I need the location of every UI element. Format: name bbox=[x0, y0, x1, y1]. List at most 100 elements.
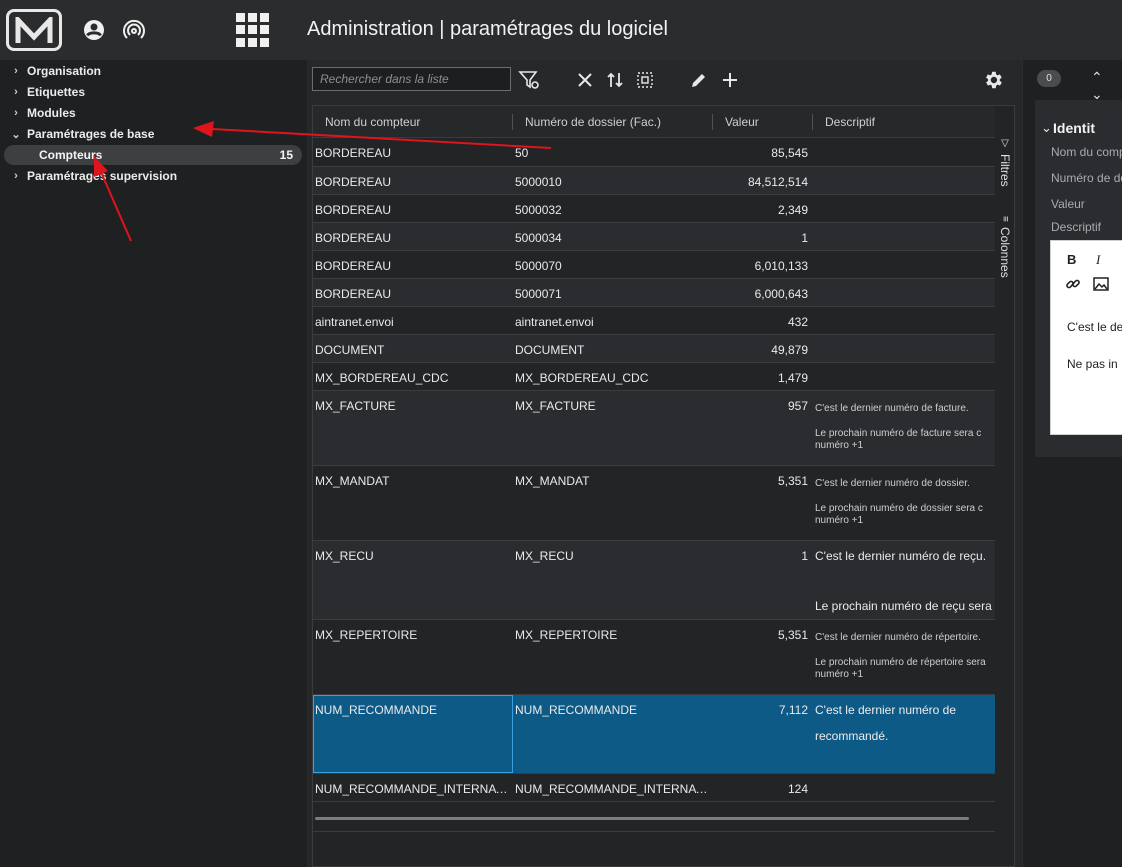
user-account-icon[interactable] bbox=[82, 18, 106, 42]
desc-line: Le prochain numéro de répertoire sera nu… bbox=[815, 657, 986, 680]
chevron-down-icon: ⌄ bbox=[11, 128, 21, 141]
tree-item-modules[interactable]: › Modules bbox=[10, 103, 76, 123]
broadcast-icon[interactable] bbox=[122, 18, 146, 42]
clear-icon[interactable] bbox=[573, 68, 597, 92]
column-header-nom[interactable]: Nom du compteur bbox=[325, 115, 420, 129]
editor-text-line: C'est le de bbox=[1067, 320, 1122, 334]
cell-descriptif: C'est le dernier numéro de facture. Le p… bbox=[815, 403, 995, 465]
italic-button[interactable]: I bbox=[1096, 252, 1100, 268]
tree-item-parametrages-de-base[interactable]: ⌄ Paramétrages de base bbox=[10, 124, 154, 144]
table-row[interactable]: MX_REPERTOIRE MX_REPERTOIRE 5,351 C'est … bbox=[313, 620, 995, 695]
columns-icon: ≡ bbox=[999, 216, 1011, 222]
tab-colonnes[interactable]: ≡ Colonnes bbox=[995, 216, 1014, 278]
cell-dossier: 5000071 bbox=[515, 287, 562, 301]
field-label-valeur: Valeur bbox=[1051, 197, 1085, 211]
table-row[interactable]: MX_RECU MX_RECU 1 C'est le dernier numér… bbox=[313, 541, 995, 620]
chevron-right-icon: › bbox=[14, 107, 18, 119]
table-row[interactable]: BORDEREAU 5000071 6,000,643 bbox=[313, 279, 995, 307]
table-row-selected[interactable]: NUM_RECOMMANDE NUM_RECOMMANDE 7,112 C'es… bbox=[313, 695, 995, 774]
app-logo[interactable] bbox=[6, 9, 62, 51]
column-separator[interactable] bbox=[512, 114, 513, 130]
column-header-dossier[interactable]: Numéro de dossier (Fac.) bbox=[525, 115, 661, 129]
cell-descriptif: C'est le dernier numéro de reçu. Le proc… bbox=[815, 549, 995, 619]
tree-item-organisation[interactable]: › Organisation bbox=[10, 61, 101, 81]
form-card: ⌄ Identit Nom du comp Numéro de do Valeu… bbox=[1035, 100, 1122, 457]
cell-dossier: 50 bbox=[515, 146, 529, 160]
desc-line: C'est le dernier numéro de reçu. bbox=[815, 549, 987, 563]
image-icon[interactable] bbox=[1093, 277, 1109, 294]
divider bbox=[313, 831, 995, 832]
cell-nom: BORDEREAU bbox=[315, 287, 392, 301]
field-label-dossier: Numéro de do bbox=[1051, 171, 1122, 185]
column-header-valeur[interactable]: Valeur bbox=[725, 115, 759, 129]
gear-icon[interactable] bbox=[981, 68, 1005, 92]
filter-settings-icon[interactable] bbox=[517, 68, 541, 92]
cell-dossier: 5000034 bbox=[515, 231, 562, 245]
tab-filtres[interactable]: ▽ Filtres bbox=[995, 138, 1014, 187]
tree-item-compteurs[interactable]: Compteurs 15 bbox=[4, 145, 302, 165]
tree-item-label: Organisation bbox=[27, 64, 102, 78]
chevron-right-icon: › bbox=[14, 170, 18, 182]
tree-item-parametrages-supervision[interactable]: › Paramétrages supervision bbox=[10, 166, 177, 186]
tab-label: Colonnes bbox=[998, 226, 1012, 278]
bold-button[interactable]: B bbox=[1067, 252, 1076, 267]
table-row[interactable]: NUM_RECOMMANDE_INTERNATIO... NUM_RECOMMA… bbox=[313, 774, 995, 802]
table-row[interactable]: BORDEREAU 5000034 1 bbox=[313, 223, 995, 251]
table-row[interactable]: BORDEREAU 5000070 6,010,133 bbox=[313, 251, 995, 279]
cell-dossier: MX_MANDAT bbox=[515, 474, 590, 488]
rich-text-editor[interactable]: B I C'est le de Ne pas in bbox=[1050, 240, 1122, 435]
desc-line: C'est le dernier numéro de facture. bbox=[815, 403, 969, 414]
collapse-icon[interactable]: ⌃ ⌄ bbox=[1091, 69, 1103, 103]
table-row[interactable]: DOCUMENT DOCUMENT 49,879 bbox=[313, 335, 995, 363]
table-row[interactable]: MX_BORDEREAU_CDC MX_BORDEREAU_CDC 1,479 bbox=[313, 363, 995, 391]
cell-valeur: 7,112 bbox=[778, 703, 808, 717]
column-separator[interactable] bbox=[812, 114, 813, 130]
cell-valeur: 5,351 bbox=[777, 474, 808, 488]
table-row[interactable]: MX_FACTURE MX_FACTURE 957 C'est le derni… bbox=[313, 391, 995, 466]
chevron-right-icon: › bbox=[14, 86, 18, 98]
tree-item-etiquettes[interactable]: › Etiquettes bbox=[10, 82, 85, 102]
cell-dossier: NUM_RECOMMANDE bbox=[515, 703, 638, 717]
sort-icon[interactable] bbox=[603, 68, 627, 92]
add-icon[interactable] bbox=[718, 68, 742, 92]
cell-valeur: 84,512,514 bbox=[747, 175, 808, 189]
cell-valeur: 2,349 bbox=[777, 203, 808, 217]
cell-nom: BORDEREAU bbox=[315, 146, 392, 160]
cell-dossier: 5000010 bbox=[515, 175, 562, 189]
search-input[interactable] bbox=[312, 67, 511, 91]
table-row[interactable]: BORDEREAU 5000010 84,512,514 bbox=[313, 167, 995, 195]
column-header-descriptif[interactable]: Descriptif bbox=[825, 115, 875, 129]
horizontal-scrollbar[interactable] bbox=[315, 817, 969, 820]
table-row[interactable]: aintranet.envoi aintranet.envoi 432 bbox=[313, 307, 995, 335]
desc-line: C'est le dernier numéro de dossier. bbox=[815, 478, 970, 489]
cell-dossier: 5000070 bbox=[515, 259, 562, 273]
tree-item-label: Compteurs bbox=[39, 148, 103, 162]
apps-grid-icon[interactable] bbox=[236, 13, 270, 47]
table-row[interactable]: BORDEREAU 5000032 2,349 bbox=[313, 195, 995, 223]
cell-valeur: 432 bbox=[787, 315, 808, 329]
chevron-down-icon[interactable]: ⌄ bbox=[1041, 120, 1052, 136]
count-badge: 15 bbox=[279, 148, 293, 162]
cell-valeur: 85,545 bbox=[771, 146, 808, 160]
link-icon[interactable] bbox=[1065, 276, 1081, 295]
cell-valeur: 5,351 bbox=[777, 628, 808, 642]
select-all-icon[interactable] bbox=[633, 68, 657, 92]
table-row[interactable]: MX_MANDAT MX_MANDAT 5,351 C'est le derni… bbox=[313, 466, 995, 541]
column-separator[interactable] bbox=[712, 114, 713, 130]
cell-valeur: 957 bbox=[787, 399, 808, 413]
cell-nom: BORDEREAU bbox=[315, 175, 392, 189]
grid-header: Nom du compteur Numéro de dossier (Fac.)… bbox=[313, 106, 995, 138]
cell-valeur: 124 bbox=[787, 782, 808, 796]
cell-nom: BORDEREAU bbox=[315, 231, 392, 245]
desc-line: C'est le dernier numéro de répertoire. bbox=[815, 632, 981, 643]
tree-item-label: Modules bbox=[27, 106, 76, 120]
edit-icon[interactable] bbox=[687, 68, 711, 92]
cell-dossier: MX_BORDEREAU_CDC bbox=[515, 371, 649, 385]
tree-item-label: Paramétrages supervision bbox=[27, 169, 178, 183]
attachment-count-badge[interactable]: 0 bbox=[1037, 70, 1061, 87]
table-row[interactable]: BORDEREAU 50 85,545 bbox=[313, 138, 995, 167]
cell-valeur: 6,000,643 bbox=[754, 287, 808, 301]
desc-line: Le prochain numéro de dossier sera c num… bbox=[815, 503, 983, 526]
page-title: Administration | paramétrages du logicie… bbox=[307, 18, 668, 40]
chevron-right-icon: › bbox=[14, 65, 18, 77]
